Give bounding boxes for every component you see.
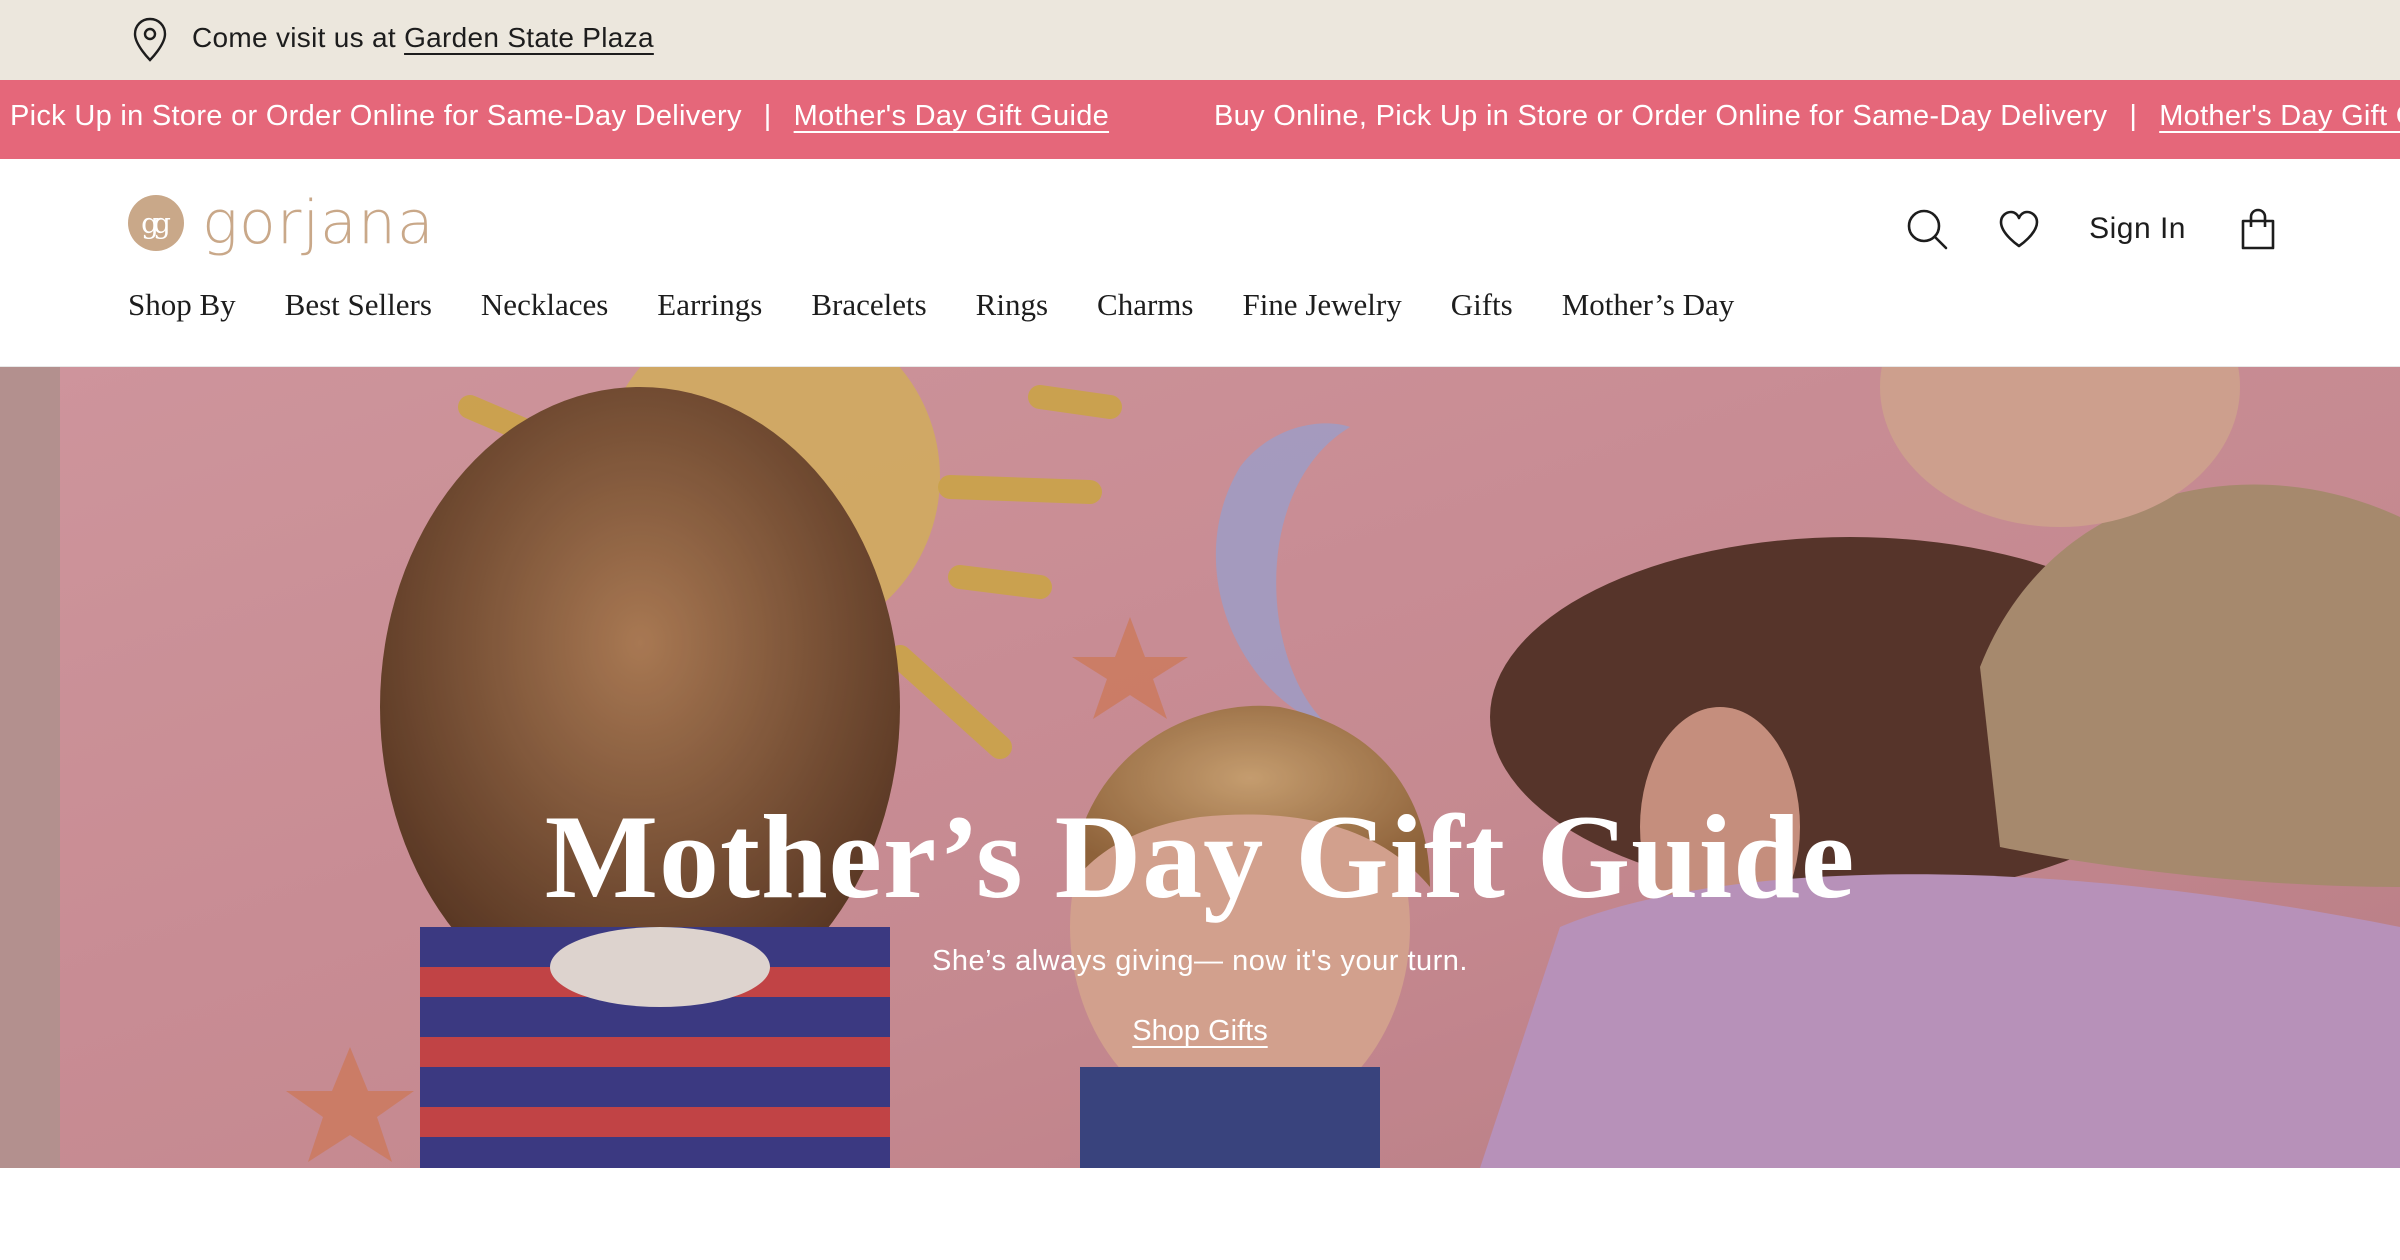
nav-item-mothers-day[interactable]: Mother’s Day bbox=[1562, 287, 1734, 323]
hero-cta: Shop Gifts bbox=[0, 1015, 2400, 1048]
promo-segment: Pick Up in Store or Order Online for Sam… bbox=[10, 100, 1109, 133]
search-icon[interactable] bbox=[1905, 207, 1949, 251]
logo[interactable]: gg gorjana bbox=[128, 193, 435, 253]
nav-item-shop-by[interactable]: Shop By bbox=[128, 287, 236, 323]
logo-wordmark: gorjana bbox=[202, 188, 435, 258]
nav-item-necklaces[interactable]: Necklaces bbox=[481, 287, 608, 323]
promo-banner: Pick Up in Store or Order Online for Sam… bbox=[0, 80, 2400, 159]
header-actions: Sign In bbox=[1905, 199, 2280, 259]
nav-item-gifts[interactable]: Gifts bbox=[1451, 287, 1513, 323]
store-name-link[interactable]: Garden State Plaza bbox=[404, 22, 654, 53]
nav-item-bracelets[interactable]: Bracelets bbox=[811, 287, 926, 323]
sign-in-link[interactable]: Sign In bbox=[2089, 212, 2186, 246]
page-content-area bbox=[0, 1168, 2400, 1260]
gift-guide-link[interactable]: Mother's Day Gift Guide bbox=[2159, 100, 2400, 132]
hero-title: Mother’s Day Gift Guide bbox=[544, 790, 1856, 923]
shopping-bag-icon[interactable] bbox=[2236, 207, 2280, 251]
store-visit-text: Come visit us at Garden State Plaza bbox=[192, 22, 654, 54]
site-header: gg gorjana Sign In Shop By Best Sellers … bbox=[0, 159, 2400, 367]
gift-guide-link[interactable]: Mother's Day Gift Guide bbox=[794, 100, 1109, 132]
promo-text: Buy Online, Pick Up in Store or Order On… bbox=[1214, 100, 2108, 132]
logo-mark: gg bbox=[128, 195, 184, 251]
main-nav: Shop By Best Sellers Necklaces Earrings … bbox=[128, 287, 1783, 323]
hero-subtitle: She’s always giving— now it's your turn. bbox=[932, 945, 1468, 977]
nav-item-earrings[interactable]: Earrings bbox=[657, 287, 762, 323]
nav-item-charms[interactable]: Charms bbox=[1097, 287, 1193, 323]
store-visit-prefix: Come visit us at bbox=[192, 22, 405, 53]
promo-separator: | bbox=[763, 100, 772, 132]
promo-separator: | bbox=[2129, 100, 2138, 132]
nav-item-rings[interactable]: Rings bbox=[976, 287, 1048, 323]
promo-text: Pick Up in Store or Order Online for Sam… bbox=[10, 100, 742, 132]
store-bar: Come visit us at Garden State Plaza bbox=[0, 0, 2400, 80]
heart-icon[interactable] bbox=[1997, 207, 2041, 251]
location-pin-icon bbox=[133, 17, 167, 62]
shop-gifts-link[interactable]: Shop Gifts bbox=[1132, 1015, 1267, 1047]
nav-item-fine-jewelry[interactable]: Fine Jewelry bbox=[1242, 287, 1401, 323]
nav-item-best-sellers[interactable]: Best Sellers bbox=[285, 287, 432, 323]
promo-segment: Buy Online, Pick Up in Store or Order On… bbox=[1214, 100, 2400, 133]
hero-banner[interactable]: Mother’s Day Gift Guide She’s always giv… bbox=[0, 367, 2400, 1168]
